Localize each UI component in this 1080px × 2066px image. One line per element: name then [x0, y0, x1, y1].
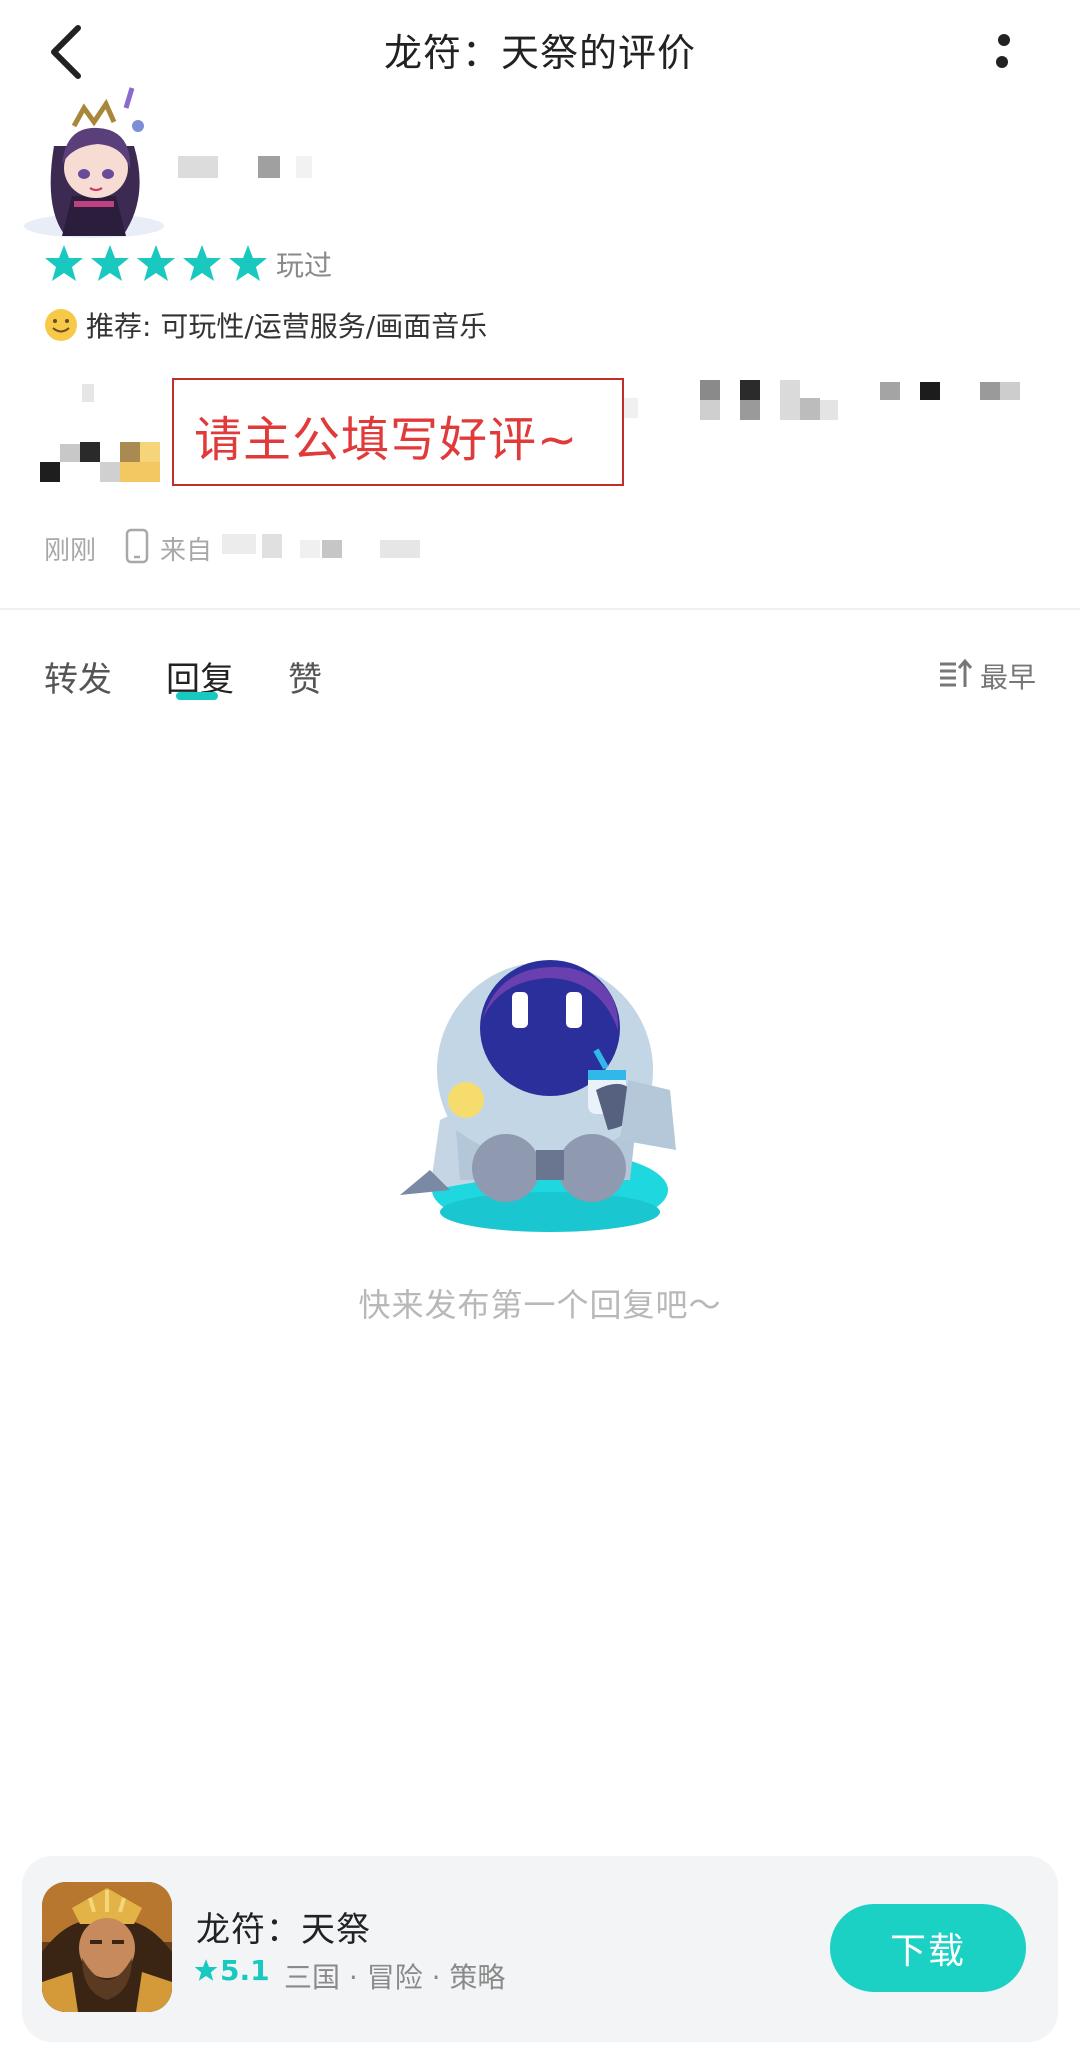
- star-icon: [137, 245, 175, 281]
- game-rating: 5.1: [220, 1954, 270, 1987]
- rating-star-icon: [194, 1958, 218, 1982]
- divider: [0, 608, 1080, 610]
- game-icon[interactable]: [42, 1882, 172, 2012]
- avatar[interactable]: [14, 86, 174, 246]
- star-icon: [183, 245, 221, 281]
- star-icon: [91, 245, 129, 281]
- star-icon: [45, 245, 83, 281]
- more-vertical-icon: [996, 34, 1010, 68]
- empty-state-text: 快来发布第一个回复吧～: [358, 1286, 722, 1324]
- more-button[interactable]: [980, 26, 1028, 82]
- phone-icon: [125, 528, 149, 564]
- review-time: 刚刚: [44, 536, 97, 566]
- empty-state-robot-illustration: [390, 950, 700, 1240]
- tab-likes[interactable]: 赞: [288, 652, 322, 701]
- star-icon: [229, 245, 267, 281]
- smile-emoji-icon: [44, 308, 78, 342]
- rating-stars: [44, 243, 268, 285]
- page-title: 龙符：天祭的评价: [383, 31, 696, 75]
- tab-forward[interactable]: 转发: [44, 652, 112, 701]
- tab-active-indicator: [176, 692, 218, 700]
- download-button[interactable]: 下载: [830, 1904, 1026, 1992]
- game-name[interactable]: 龙符：天祭: [196, 1902, 371, 1951]
- sort-label[interactable]: 最早: [980, 656, 1036, 696]
- played-label: 玩过: [276, 249, 333, 282]
- recommend-text: 推荐: 可玩性/运营服务/画面音乐: [86, 310, 488, 343]
- review-highlight-text: 请主公填写好评~: [194, 412, 579, 468]
- sort-icon[interactable]: [938, 658, 973, 690]
- from-label: 来自: [160, 536, 213, 566]
- game-tags: 三国 · 冒险 · 策略: [284, 1961, 506, 1994]
